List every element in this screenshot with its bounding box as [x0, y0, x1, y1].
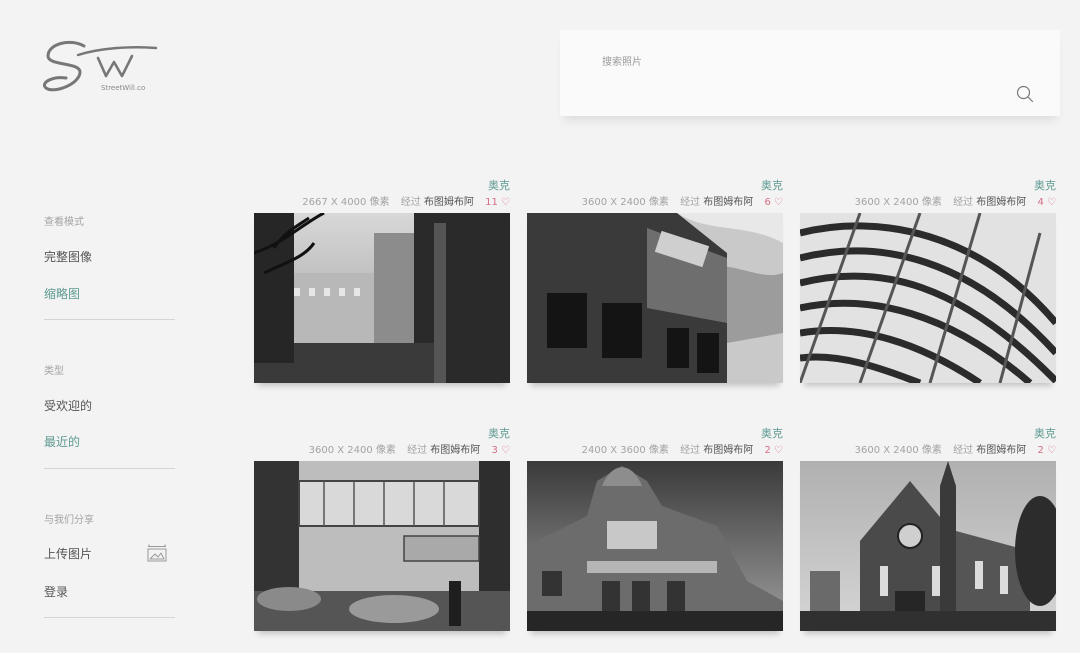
type-popular[interactable]: 受欢迎的	[44, 397, 92, 414]
share-label: 与我们分享	[44, 515, 94, 526]
photo-meta: 2667 X 4000 像素 经过 布图姆布阿 11 ♡	[302, 193, 510, 208]
photo-author-link[interactable]: 奥克	[488, 177, 510, 193]
heart-icon[interactable]: ♡	[771, 445, 783, 456]
heart-icon[interactable]: ♡	[1044, 445, 1056, 456]
photo-like-button[interactable]: 6 ♡	[764, 197, 783, 208]
photo-location-link[interactable]: 布图姆布阿	[430, 445, 480, 456]
photo-author-link[interactable]: 奥克	[1034, 425, 1056, 441]
photo-dimensions: 3600 X 2400 像素	[854, 197, 942, 208]
photo-location-link[interactable]: 布图姆布阿	[424, 197, 474, 208]
photo-thumbnail[interactable]	[527, 213, 783, 383]
search-input[interactable]: 搜索照片	[602, 53, 642, 68]
photo-by-label: 经过	[680, 197, 701, 208]
heart-icon[interactable]: ♡	[498, 445, 510, 456]
photo-author-link[interactable]: 奥克	[761, 177, 783, 193]
photo-thumbnail[interactable]	[254, 461, 510, 631]
photo-by-label: 经过	[953, 197, 974, 208]
photo-location-link[interactable]: 布图姆布阿	[703, 445, 753, 456]
image-upload-icon[interactable]	[147, 544, 167, 562]
photo-thumbnail[interactable]	[254, 213, 510, 383]
photo-by-label: 经过	[680, 445, 701, 456]
heart-icon[interactable]: ♡	[1044, 197, 1056, 208]
photo-by-label: 经过	[953, 445, 974, 456]
type-label: 类型	[44, 366, 64, 377]
photo-author-link[interactable]: 奥克	[1034, 177, 1056, 193]
photo-meta: 3600 X 2400 像素 经过 布图姆布阿 4 ♡	[855, 193, 1056, 208]
login-link[interactable]: 登录	[44, 583, 68, 600]
photo-dimensions: 2400 X 3600 像素	[581, 445, 669, 456]
photo-like-button[interactable]: 4 ♡	[1037, 197, 1056, 208]
photo-author-link[interactable]: 奥克	[488, 425, 510, 441]
photo-meta: 3600 X 2400 像素 经过 布图姆布阿 6 ♡	[582, 193, 783, 208]
sidebar-divider	[44, 617, 175, 618]
photo-like-count: 11	[485, 197, 498, 208]
photo-like-button[interactable]: 11 ♡	[485, 197, 510, 208]
photo-dimensions: 3600 X 2400 像素	[308, 445, 396, 456]
view-mode-thumbnail[interactable]: 缩略图	[44, 285, 80, 302]
photo-by-label: 经过	[400, 197, 421, 208]
type-recent[interactable]: 最近的	[44, 433, 80, 450]
search-panel	[560, 30, 1060, 116]
photo-dimensions: 2667 X 4000 像素	[302, 197, 390, 208]
photo-author-link[interactable]: 奥克	[761, 425, 783, 441]
search-icon[interactable]	[1016, 85, 1034, 103]
heart-icon[interactable]: ♡	[771, 197, 783, 208]
photo-dimensions: 3600 X 2400 像素	[581, 197, 669, 208]
photo-location-link[interactable]: 布图姆布阿	[703, 197, 753, 208]
photo-location-link[interactable]: 布图姆布阿	[976, 197, 1026, 208]
photo-thumbnail[interactable]	[527, 461, 783, 631]
site-logo[interactable]: StreetWill.co	[40, 36, 160, 100]
photo-thumbnail[interactable]	[800, 461, 1056, 631]
sidebar-divider	[44, 468, 175, 469]
heart-icon[interactable]: ♡	[498, 197, 510, 208]
upload-photo-link[interactable]: 上传图片	[44, 545, 92, 562]
photo-like-button[interactable]: 3 ♡	[491, 445, 510, 456]
photo-meta: 2400 X 3600 像素 经过 布图姆布阿 2 ♡	[582, 441, 783, 456]
view-mode-full-image[interactable]: 完整图像	[44, 248, 92, 265]
view-mode-label: 查看模式	[44, 217, 84, 228]
photo-by-label: 经过	[407, 445, 428, 456]
photo-location-link[interactable]: 布图姆布阿	[976, 445, 1026, 456]
logo-site-name: StreetWill.co	[101, 84, 146, 92]
photo-meta: 3600 X 2400 像素 经过 布图姆布阿 2 ♡	[855, 441, 1056, 456]
photo-like-button[interactable]: 2 ♡	[764, 445, 783, 456]
photo-dimensions: 3600 X 2400 像素	[854, 445, 942, 456]
sidebar-divider	[44, 319, 175, 320]
photo-thumbnail[interactable]	[800, 213, 1056, 383]
photo-like-button[interactable]: 2 ♡	[1037, 445, 1056, 456]
photo-meta: 3600 X 2400 像素 经过 布图姆布阿 3 ♡	[309, 441, 510, 456]
